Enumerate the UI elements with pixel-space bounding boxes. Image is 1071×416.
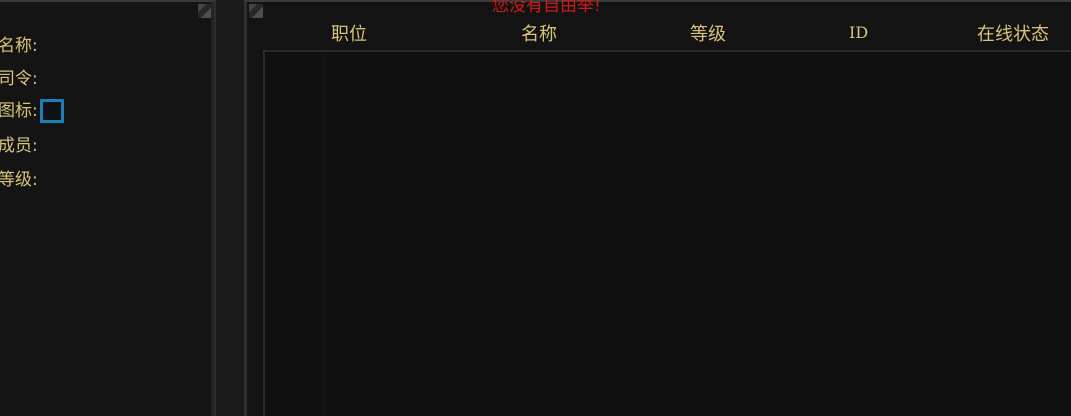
guild-level-label: 等级: [0,170,38,190]
guild-commander-label: 司令: [0,69,38,89]
column-header-name[interactable]: 名称 [521,20,557,46]
member-table-header: 职位 名称 等级 ID 在线状态 [247,20,1071,50]
notice-message: 您没有自由举! [492,0,601,16]
guild-emblem-slot[interactable] [39,99,64,123]
guild-members-row: 成员: [0,135,38,157]
guild-members-label: 成员: [0,136,38,156]
guild-icon-row: 图标: [0,99,64,123]
panel-corner-ornament-icon [198,4,212,18]
column-header-level[interactable]: 等级 [690,20,726,46]
guild-name-row: 名称: [0,35,38,57]
guild-window: 名称: 司令: 图标: 成员: 等级: 您没有自由举! 职位 名称 等级 ID … [0,0,1071,416]
column-header-id[interactable]: ID [849,23,868,42]
member-list[interactable] [263,50,1071,416]
guild-name-label: 名称: [0,36,38,56]
column-header-position[interactable]: 职位 [331,20,367,46]
guild-commander-row: 司令: [0,68,38,90]
panel-divider [216,0,244,416]
panel-corner-ornament-icon [249,4,263,18]
guild-icon-label: 图标: [0,101,38,121]
guild-level-row: 等级: [0,169,38,191]
column-header-online-status[interactable]: 在线状态 [977,20,1049,46]
guild-info-panel: 名称: 司令: 图标: 成员: 等级: [0,0,216,416]
